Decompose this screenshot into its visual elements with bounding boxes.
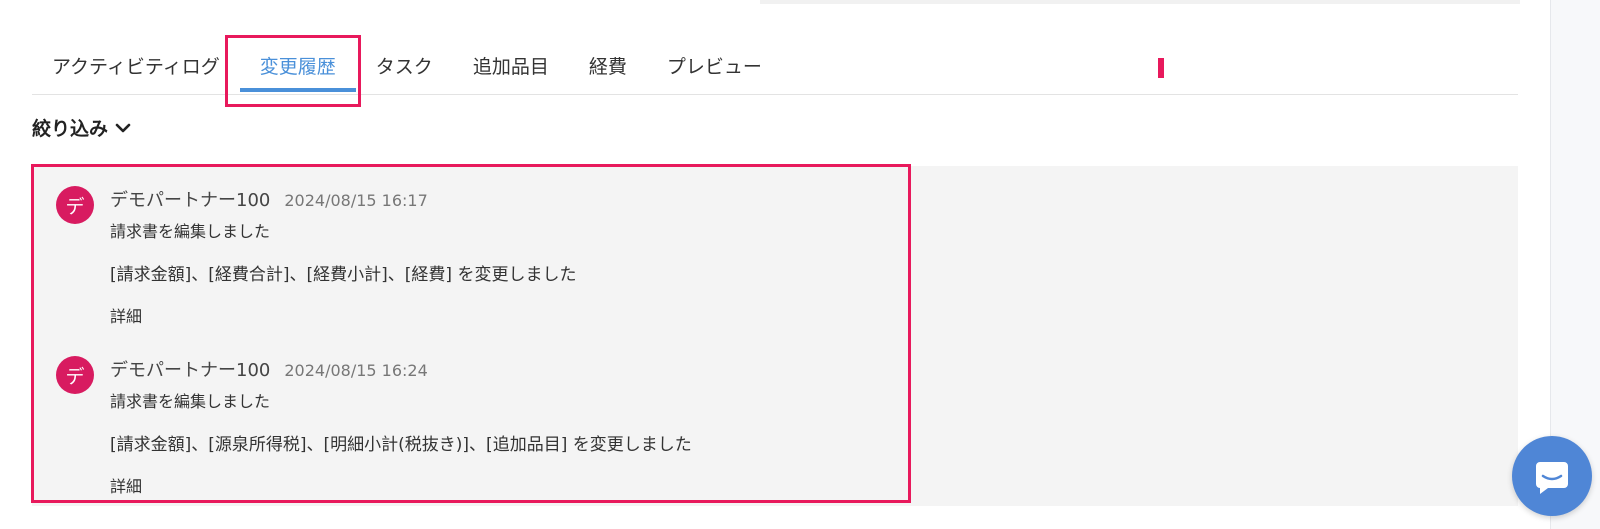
tab-activity-log[interactable]: アクティビティログ	[32, 42, 240, 84]
history-user: デモパートナー100	[110, 190, 271, 211]
top-strip	[760, 0, 1520, 4]
chevron-down-icon	[115, 123, 131, 132]
cursor-marker	[1158, 58, 1164, 78]
history-user: デモパートナー100	[110, 360, 271, 381]
history-detail-link[interactable]: 詳細	[110, 303, 910, 327]
filter-label: 絞り込み	[32, 118, 109, 140]
history-entry-body: デモパートナー100 2024/08/15 16:17 請求書を編集しました […	[110, 186, 910, 327]
history-timestamp: 2024/08/15 16:24	[284, 361, 428, 380]
history-timestamp: 2024/08/15 16:17	[284, 191, 428, 210]
history-action: 請求書を編集しました	[110, 222, 271, 241]
tab-expenses[interactable]: 経費	[569, 42, 647, 84]
tab-change-history[interactable]: 変更履歴	[239, 42, 356, 92]
history-detail-link[interactable]: 詳細	[110, 473, 910, 497]
history-entry-body: デモパートナー100 2024/08/15 16:24 請求書を編集しました […	[110, 356, 910, 497]
history-changes: [請求金額]、[源泉所得税]、[明細小計(税抜き)]、[追加品目] を変更しまし…	[110, 435, 692, 455]
history-entry-header: デモパートナー100 2024/08/15 16:17	[110, 186, 910, 211]
tab-additional-items[interactable]: 追加品目	[453, 42, 569, 84]
avatar: デ	[56, 356, 94, 394]
chat-button[interactable]	[1512, 436, 1592, 516]
tab-bar: アクティビティログ 変更履歴 タスク 追加品目 経費 プレビュー	[32, 42, 1518, 95]
avatar: デ	[56, 186, 94, 224]
chat-bubble-icon	[1536, 462, 1568, 494]
tab-preview[interactable]: プレビュー	[647, 42, 782, 84]
filter-toggle[interactable]: 絞り込み	[32, 114, 132, 141]
history-entry-header: デモパートナー100 2024/08/15 16:24	[110, 356, 910, 381]
history-action: 請求書を編集しました	[110, 392, 271, 411]
history-changes: [請求金額]、[経費合計]、[経費小計]、[経費] を変更しました	[110, 265, 577, 285]
tab-tasks[interactable]: タスク	[356, 42, 453, 84]
